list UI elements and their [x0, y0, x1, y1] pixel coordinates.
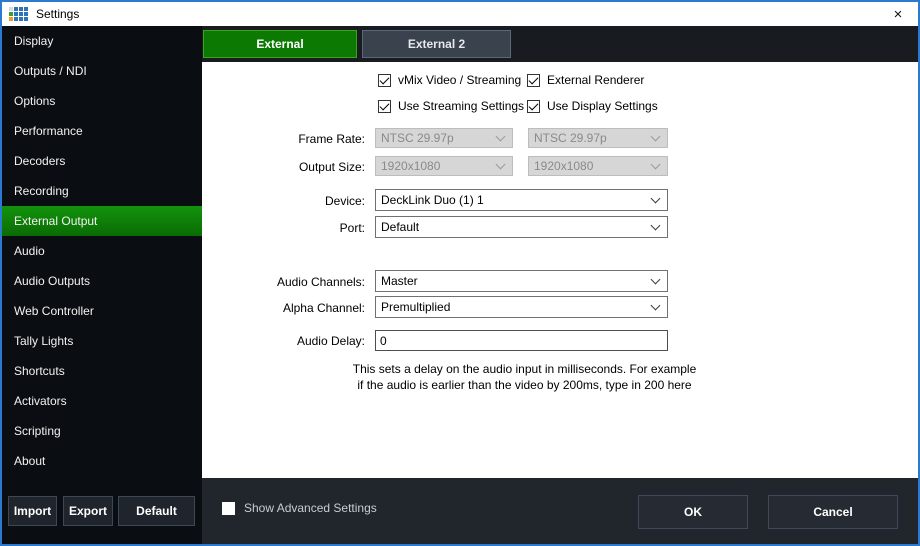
- checkbox-label: Use Display Settings: [547, 99, 658, 113]
- import-button[interactable]: Import: [8, 496, 57, 526]
- audio-delay-label: Audio Delay:: [225, 334, 365, 348]
- sidebar: Display Outputs / NDI Options Performanc…: [2, 26, 202, 544]
- sidebar-item-shortcuts[interactable]: Shortcuts: [2, 356, 202, 386]
- checkbox-label: Use Streaming Settings: [398, 99, 524, 113]
- sidebar-item-web-controller[interactable]: Web Controller: [2, 296, 202, 326]
- sidebar-item-tally-lights[interactable]: Tally Lights: [2, 326, 202, 356]
- sidebar-item-activators[interactable]: Activators: [2, 386, 202, 416]
- sidebar-item-outputs-ndi[interactable]: Outputs / NDI: [2, 56, 202, 86]
- device-label: Device:: [225, 194, 365, 208]
- chevron-down-icon: [652, 275, 660, 283]
- advanced-settings-label: Show Advanced Settings: [244, 501, 377, 515]
- tab-external-2[interactable]: External 2: [362, 30, 511, 58]
- output-size-select-1: 1920x1080: [375, 156, 513, 176]
- checkbox-vmix-video-streaming[interactable]: vMix Video / Streaming: [378, 73, 521, 87]
- window-title: Settings: [36, 7, 79, 21]
- checkbox-use-display-settings[interactable]: Use Display Settings: [527, 99, 658, 113]
- port-select[interactable]: Default: [375, 216, 668, 238]
- vmix-grid-icon: [9, 7, 28, 21]
- chevron-down-icon: [652, 132, 660, 140]
- sidebar-item-scripting[interactable]: Scripting: [2, 416, 202, 446]
- device-select[interactable]: DeckLink Duo (1) 1: [375, 189, 668, 211]
- audio-delay-help-text: This sets a delay on the audio input in …: [352, 361, 697, 393]
- chevron-down-icon: [652, 160, 660, 168]
- output-size-value-2: 1920x1080: [534, 159, 593, 173]
- title-bar: Settings ×: [2, 2, 918, 26]
- output-size-value-1: 1920x1080: [381, 159, 440, 173]
- alpha-channel-label: Alpha Channel:: [225, 301, 365, 315]
- sidebar-item-external-output[interactable]: External Output: [2, 206, 202, 236]
- frame-rate-value-2: NTSC 29.97p: [534, 131, 607, 145]
- port-value: Default: [381, 220, 419, 234]
- checkbox-label: External Renderer: [547, 73, 644, 87]
- sidebar-item-audio-outputs[interactable]: Audio Outputs: [2, 266, 202, 296]
- bottom-bar: Show Advanced Settings OK Cancel: [202, 478, 918, 544]
- checkbox-show-advanced-settings[interactable]: Show Advanced Settings: [222, 501, 377, 515]
- audio-delay-input[interactable]: [375, 330, 668, 351]
- settings-window: Settings × Display Outputs / NDI Options…: [0, 0, 920, 546]
- sidebar-item-audio[interactable]: Audio: [2, 236, 202, 266]
- checkbox-use-streaming-settings[interactable]: Use Streaming Settings: [378, 99, 524, 113]
- alpha-channel-select[interactable]: Premultiplied: [375, 296, 668, 318]
- chevron-down-icon: [497, 160, 505, 168]
- sidebar-item-recording[interactable]: Recording: [2, 176, 202, 206]
- checkbox-checked-icon: [378, 74, 391, 87]
- sidebar-item-decoders[interactable]: Decoders: [2, 146, 202, 176]
- chevron-down-icon: [652, 221, 660, 229]
- chevron-down-icon: [652, 194, 660, 202]
- checkbox-external-renderer[interactable]: External Renderer: [527, 73, 644, 87]
- cancel-button[interactable]: Cancel: [768, 495, 898, 529]
- frame-rate-select-2: NTSC 29.97p: [528, 128, 668, 148]
- default-button[interactable]: Default: [118, 496, 195, 526]
- audio-channels-label: Audio Channels:: [225, 275, 365, 289]
- audio-channels-select[interactable]: Master: [375, 270, 668, 292]
- external-output-panel: vMix Video / Streaming External Renderer…: [202, 62, 918, 478]
- sidebar-item-options[interactable]: Options: [2, 86, 202, 116]
- checkbox-unchecked-icon: [222, 502, 235, 515]
- sidebar-item-display[interactable]: Display: [2, 26, 202, 56]
- checkbox-checked-icon: [527, 100, 540, 113]
- frame-rate-label: Frame Rate:: [225, 132, 365, 146]
- checkbox-checked-icon: [378, 100, 391, 113]
- sidebar-item-about[interactable]: About: [2, 446, 202, 476]
- tab-bar: External External 2: [202, 26, 918, 62]
- output-size-label: Output Size:: [225, 160, 365, 174]
- chevron-down-icon: [497, 132, 505, 140]
- checkbox-checked-icon: [527, 74, 540, 87]
- export-button[interactable]: Export: [63, 496, 113, 526]
- frame-rate-value-1: NTSC 29.97p: [381, 131, 454, 145]
- frame-rate-select-1: NTSC 29.97p: [375, 128, 513, 148]
- chevron-down-icon: [652, 301, 660, 309]
- output-size-select-2: 1920x1080: [528, 156, 668, 176]
- sidebar-item-performance[interactable]: Performance: [2, 116, 202, 146]
- close-icon[interactable]: ×: [878, 2, 918, 26]
- device-value: DeckLink Duo (1) 1: [381, 193, 484, 207]
- port-label: Port:: [225, 221, 365, 235]
- audio-channels-value: Master: [381, 274, 418, 288]
- alpha-channel-value: Premultiplied: [381, 300, 450, 314]
- ok-button[interactable]: OK: [638, 495, 748, 529]
- checkbox-label: vMix Video / Streaming: [398, 73, 521, 87]
- tab-external[interactable]: External: [203, 30, 357, 58]
